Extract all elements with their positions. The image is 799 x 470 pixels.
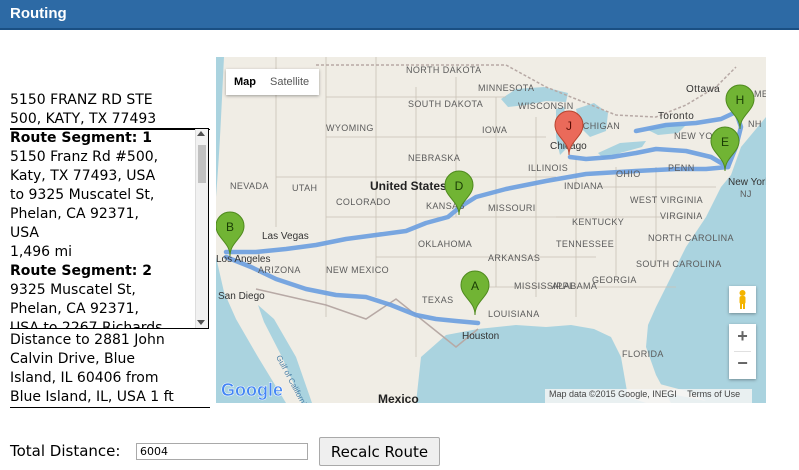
segment-title: Route Segment: 1 <box>10 130 152 146</box>
map-label-missouri: MISSOURI <box>488 203 536 213</box>
satellite-button[interactable]: Satellite <box>270 76 309 88</box>
marker-d-label: D <box>455 179 464 193</box>
segment-distance: 1,496 mi <box>10 244 73 260</box>
final-leg-line: Blue Island, IL, USA 1 ft <box>10 389 174 405</box>
map-label-san-diego: San Diego <box>218 291 265 302</box>
final-leg-line: Distance to 2881 John <box>10 332 165 348</box>
map-button[interactable]: Map <box>234 76 256 88</box>
zoom-out-button[interactable]: − <box>729 353 756 374</box>
map-label-north-carolina: NORTH CAROLINA <box>648 233 734 243</box>
segment-title: Route Segment: 2 <box>10 263 152 279</box>
marker-h-label: H <box>736 93 745 107</box>
zoom-controls: + − <box>729 324 756 379</box>
map-label-ottawa: Ottawa <box>686 84 720 95</box>
map-label-kentucky: KENTUCKY <box>572 217 624 227</box>
marker-b-label: B <box>226 220 234 234</box>
map-type-control: Map Satellite <box>226 69 319 95</box>
map-label-nebraska: NEBRASKA <box>408 153 460 163</box>
total-distance-label: Total Distance: <box>10 442 121 460</box>
segment-line: USA to 2267 Richards <box>10 320 163 329</box>
map-label-wyoming: WYOMING <box>326 123 374 133</box>
segment-line: USA <box>10 225 39 241</box>
scroll-thumb[interactable] <box>198 145 206 183</box>
header-bar: Routing <box>0 0 799 30</box>
segment-line: 9325 Muscatel St, <box>10 282 136 298</box>
marker-e-label: E <box>721 135 729 149</box>
map-data-credit: Map data ©2015 Google, INEGI <box>549 389 677 399</box>
map-label-alabama: ALABAMA <box>552 281 597 291</box>
map-label-arizona: ARIZONA <box>258 265 301 275</box>
origin-address: 5150 FRANZ RD STE 500, KATY, TX 77493 <box>10 91 210 130</box>
map-label-penn: PENN <box>668 163 695 173</box>
segment-line: 5150 Franz Rd #500, <box>10 149 159 165</box>
map-label-oklahoma: OKLAHOMA <box>418 239 472 249</box>
map-label-south-carolina: SOUTH CAROLINA <box>636 259 722 269</box>
map-label-indiana: INDIANA <box>564 181 603 191</box>
map-label-toronto: Toronto <box>658 111 694 122</box>
street-view-pegman-icon[interactable] <box>729 286 756 313</box>
map-label-louisiana: LOUISIANA <box>488 309 540 319</box>
map-label-texas: TEXAS <box>422 295 454 305</box>
terms-of-use-link[interactable]: Terms of Use <box>687 389 740 399</box>
map-label-united-states: United States <box>370 179 447 193</box>
map-label-wisconsin: WISCONSIN <box>518 101 574 111</box>
map-label-south-dakota: SOUTH DAKOTA <box>408 99 483 109</box>
origin-line: 5150 FRANZ RD STE <box>10 92 153 108</box>
page-title: Routing <box>10 5 67 22</box>
origin-line: 500, KATY, TX 77493 <box>10 111 157 127</box>
segment-line: to 9325 Muscatel St, <box>10 187 155 203</box>
map-label-nj: NJ <box>740 189 752 199</box>
scroll-down-arrow-icon[interactable] <box>197 320 205 325</box>
map-label-houston: Houston <box>462 331 499 342</box>
map-attribution: Map data ©2015 Google, INEGI Terms of Us… <box>545 389 753 403</box>
scroll-up-arrow-icon[interactable] <box>197 131 205 136</box>
final-leg-text: Distance to 2881 John Calvin Drive, Blue… <box>10 331 210 408</box>
map-label-mexico: Mexico <box>378 392 419 403</box>
route-map[interactable]: Ottawa Toronto NORTH DAKOTA SOUTH DAKOTA… <box>216 57 766 403</box>
total-distance-field[interactable] <box>136 443 308 460</box>
segment-line: Phelan, CA 92371, <box>10 206 139 222</box>
marker-j-label: J <box>566 119 572 133</box>
map-label-arkansas: ARKANSAS <box>488 253 540 263</box>
google-logo: Google <box>221 380 283 400</box>
map-label-new-york: New York <box>728 177 766 188</box>
route-segments-content: Route Segment: 1 5150 Franz Rd #500, Kat… <box>10 129 196 329</box>
final-leg-line: Island, IL 60406 from <box>10 370 159 386</box>
map-label-colorado: COLORADO <box>336 197 391 207</box>
map-label-las-vegas: Las Vegas <box>262 231 309 242</box>
map-label-maine: ME <box>754 89 766 99</box>
map-label-illinois: ILLINOIS <box>528 163 568 173</box>
segment-line: Katy, TX 77493, USA <box>10 168 156 184</box>
map-label-nh: NH <box>748 119 762 129</box>
map-label-florida: FLORIDA <box>622 349 664 359</box>
map-label-los-angeles: Los Angeles <box>216 254 271 265</box>
map-label-nevada: NEVADA <box>230 181 269 191</box>
map-label-ohio: OHIO <box>616 169 641 179</box>
segment-line: Phelan, CA 92371, <box>10 301 139 317</box>
map-label-north-dakota: NORTH DAKOTA <box>406 65 481 75</box>
map-label-iowa: IOWA <box>482 125 507 135</box>
map-label-georgia: GEORGIA <box>592 275 637 285</box>
map-canvas[interactable]: Ottawa Toronto NORTH DAKOTA SOUTH DAKOTA… <box>216 57 766 403</box>
marker-a-label: A <box>471 279 479 293</box>
zoom-in-button[interactable]: + <box>729 326 756 347</box>
recalc-route-button[interactable]: Recalc Route <box>319 437 440 466</box>
route-segments-list[interactable]: Route Segment: 1 5150 Franz Rd #500, Kat… <box>10 128 209 329</box>
map-label-new-mexico: NEW MEXICO <box>326 265 389 275</box>
map-label-tennessee: TENNESSEE <box>556 239 614 249</box>
final-leg-line: Calvin Drive, Blue <box>10 351 135 367</box>
pegman-icon <box>739 290 746 309</box>
map-label-utah: UTAH <box>292 183 317 193</box>
zoom-divider <box>734 351 751 352</box>
map-label-minnesota: MINNESOTA <box>478 83 534 93</box>
map-label-west-virginia: WEST VIRGINIA <box>630 195 703 205</box>
map-label-virginia: VIRGINIA <box>660 211 703 221</box>
segments-scrollbar[interactable] <box>195 129 208 328</box>
